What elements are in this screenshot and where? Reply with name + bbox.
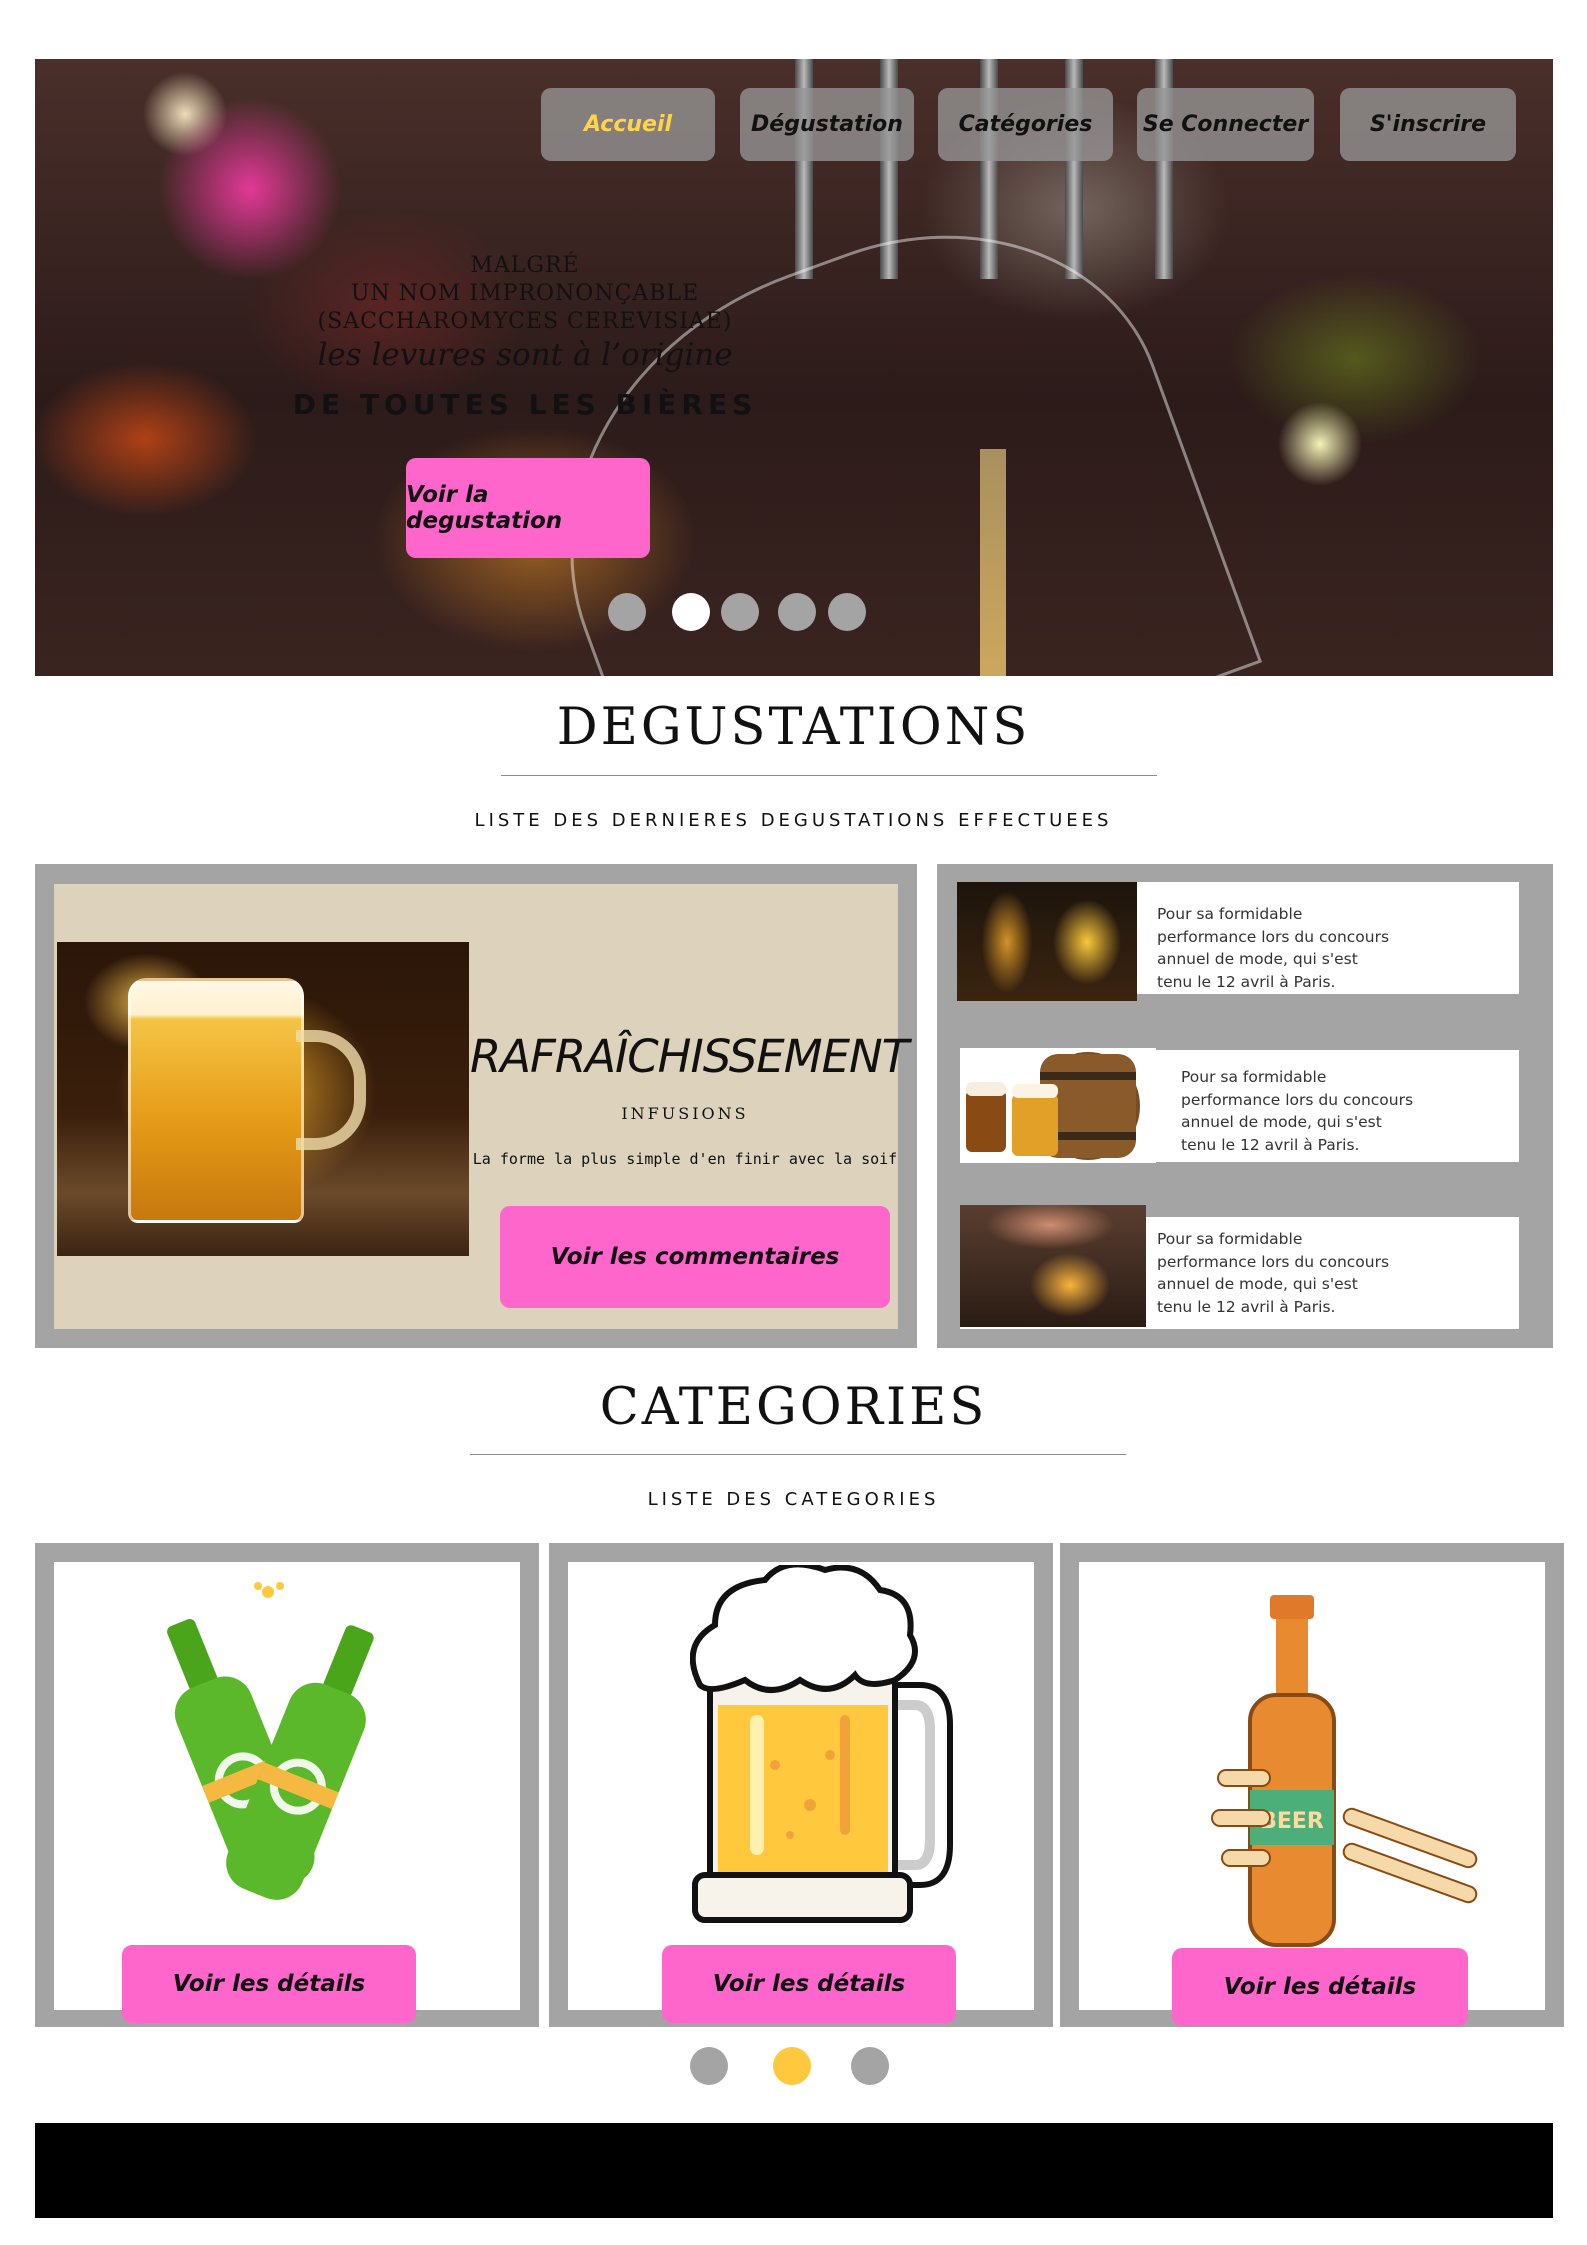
voir-commentaires-button[interactable]: Voir les commentaires (500, 1206, 890, 1308)
nav-accueil[interactable]: Accueil (541, 88, 715, 161)
carousel-dot[interactable] (851, 2047, 889, 2085)
glass-outline (493, 167, 1263, 676)
carousel-dot[interactable] (778, 593, 816, 631)
voir-details-button[interactable]: Voir les détails (662, 1945, 956, 2023)
carousel-dot-active[interactable] (773, 2047, 811, 2085)
carousel-dot[interactable] (690, 2047, 728, 2085)
categories-subtitle: LISTE DES CATEGORIES (647, 1489, 940, 1510)
voir-degustation-button[interactable]: Voir la degustation (406, 458, 650, 558)
carousel-dot[interactable] (721, 593, 759, 631)
list-item-text: Pour sa formidable performance lors du c… (1181, 1068, 1414, 1154)
list-item-text: Pour sa formidable performance lors du c… (1157, 905, 1390, 991)
nav-se-connecter[interactable]: Se Connecter (1137, 88, 1314, 161)
featured-description: La forme la plus simple d'en finir avec … (472, 1150, 898, 1168)
beer-stream (980, 449, 1006, 676)
nav-sinscrire[interactable]: S'inscrire (1340, 88, 1516, 161)
featured-title: RAFRAÎCHISSEMENT (470, 1030, 909, 1083)
degustations-subtitle: LISTE DES DERNIERES DEGUSTATIONS EFFECTU… (474, 810, 1113, 831)
nav-degustation[interactable]: Dégustation (740, 88, 914, 161)
carousel-dot[interactable] (828, 593, 866, 631)
footer (35, 2123, 1553, 2218)
barrel-icon (966, 1052, 1140, 1160)
hero-line-3: (SACCHAROMYCES CEREVISIAE) (317, 309, 733, 334)
beer-mug-icon (690, 1565, 953, 1923)
beer-mug-icon (128, 978, 304, 1223)
voir-details-button[interactable]: Voir les détails (1172, 1948, 1468, 2026)
hero-headline: DE TOUTES LES BIÈRES (292, 388, 758, 421)
beer-bottle-photo (957, 882, 1137, 1001)
featured-subtitle: INFUSIONS (621, 1104, 749, 1123)
hero-line-1: MALGRÉ (470, 253, 580, 278)
hero-line-4: les levures sont à l’origine (317, 337, 733, 373)
carousel-dot[interactable] (608, 593, 646, 631)
beer-barrel-photo (960, 1048, 1156, 1163)
bartender-photo (960, 1205, 1146, 1327)
degustations-title: DEGUSTATIONS (556, 698, 1031, 757)
categories-title: CATEGORIES (599, 1378, 988, 1437)
title-divider (501, 775, 1157, 776)
voir-details-button[interactable]: Voir les détails (122, 1945, 416, 2023)
hero-line-2: UN NOM IMPRONONÇABLE (350, 281, 700, 306)
title-divider (470, 1454, 1126, 1455)
beer-bottle-icon: BEER (1211, 1595, 1478, 1947)
carousel-dot-active[interactable] (672, 593, 710, 631)
nav-categories[interactable]: Catégories (938, 88, 1113, 161)
cheers-bottles-icon (167, 1582, 374, 1900)
list-item-text: Pour sa formidable performance lors du c… (1157, 1230, 1390, 1316)
